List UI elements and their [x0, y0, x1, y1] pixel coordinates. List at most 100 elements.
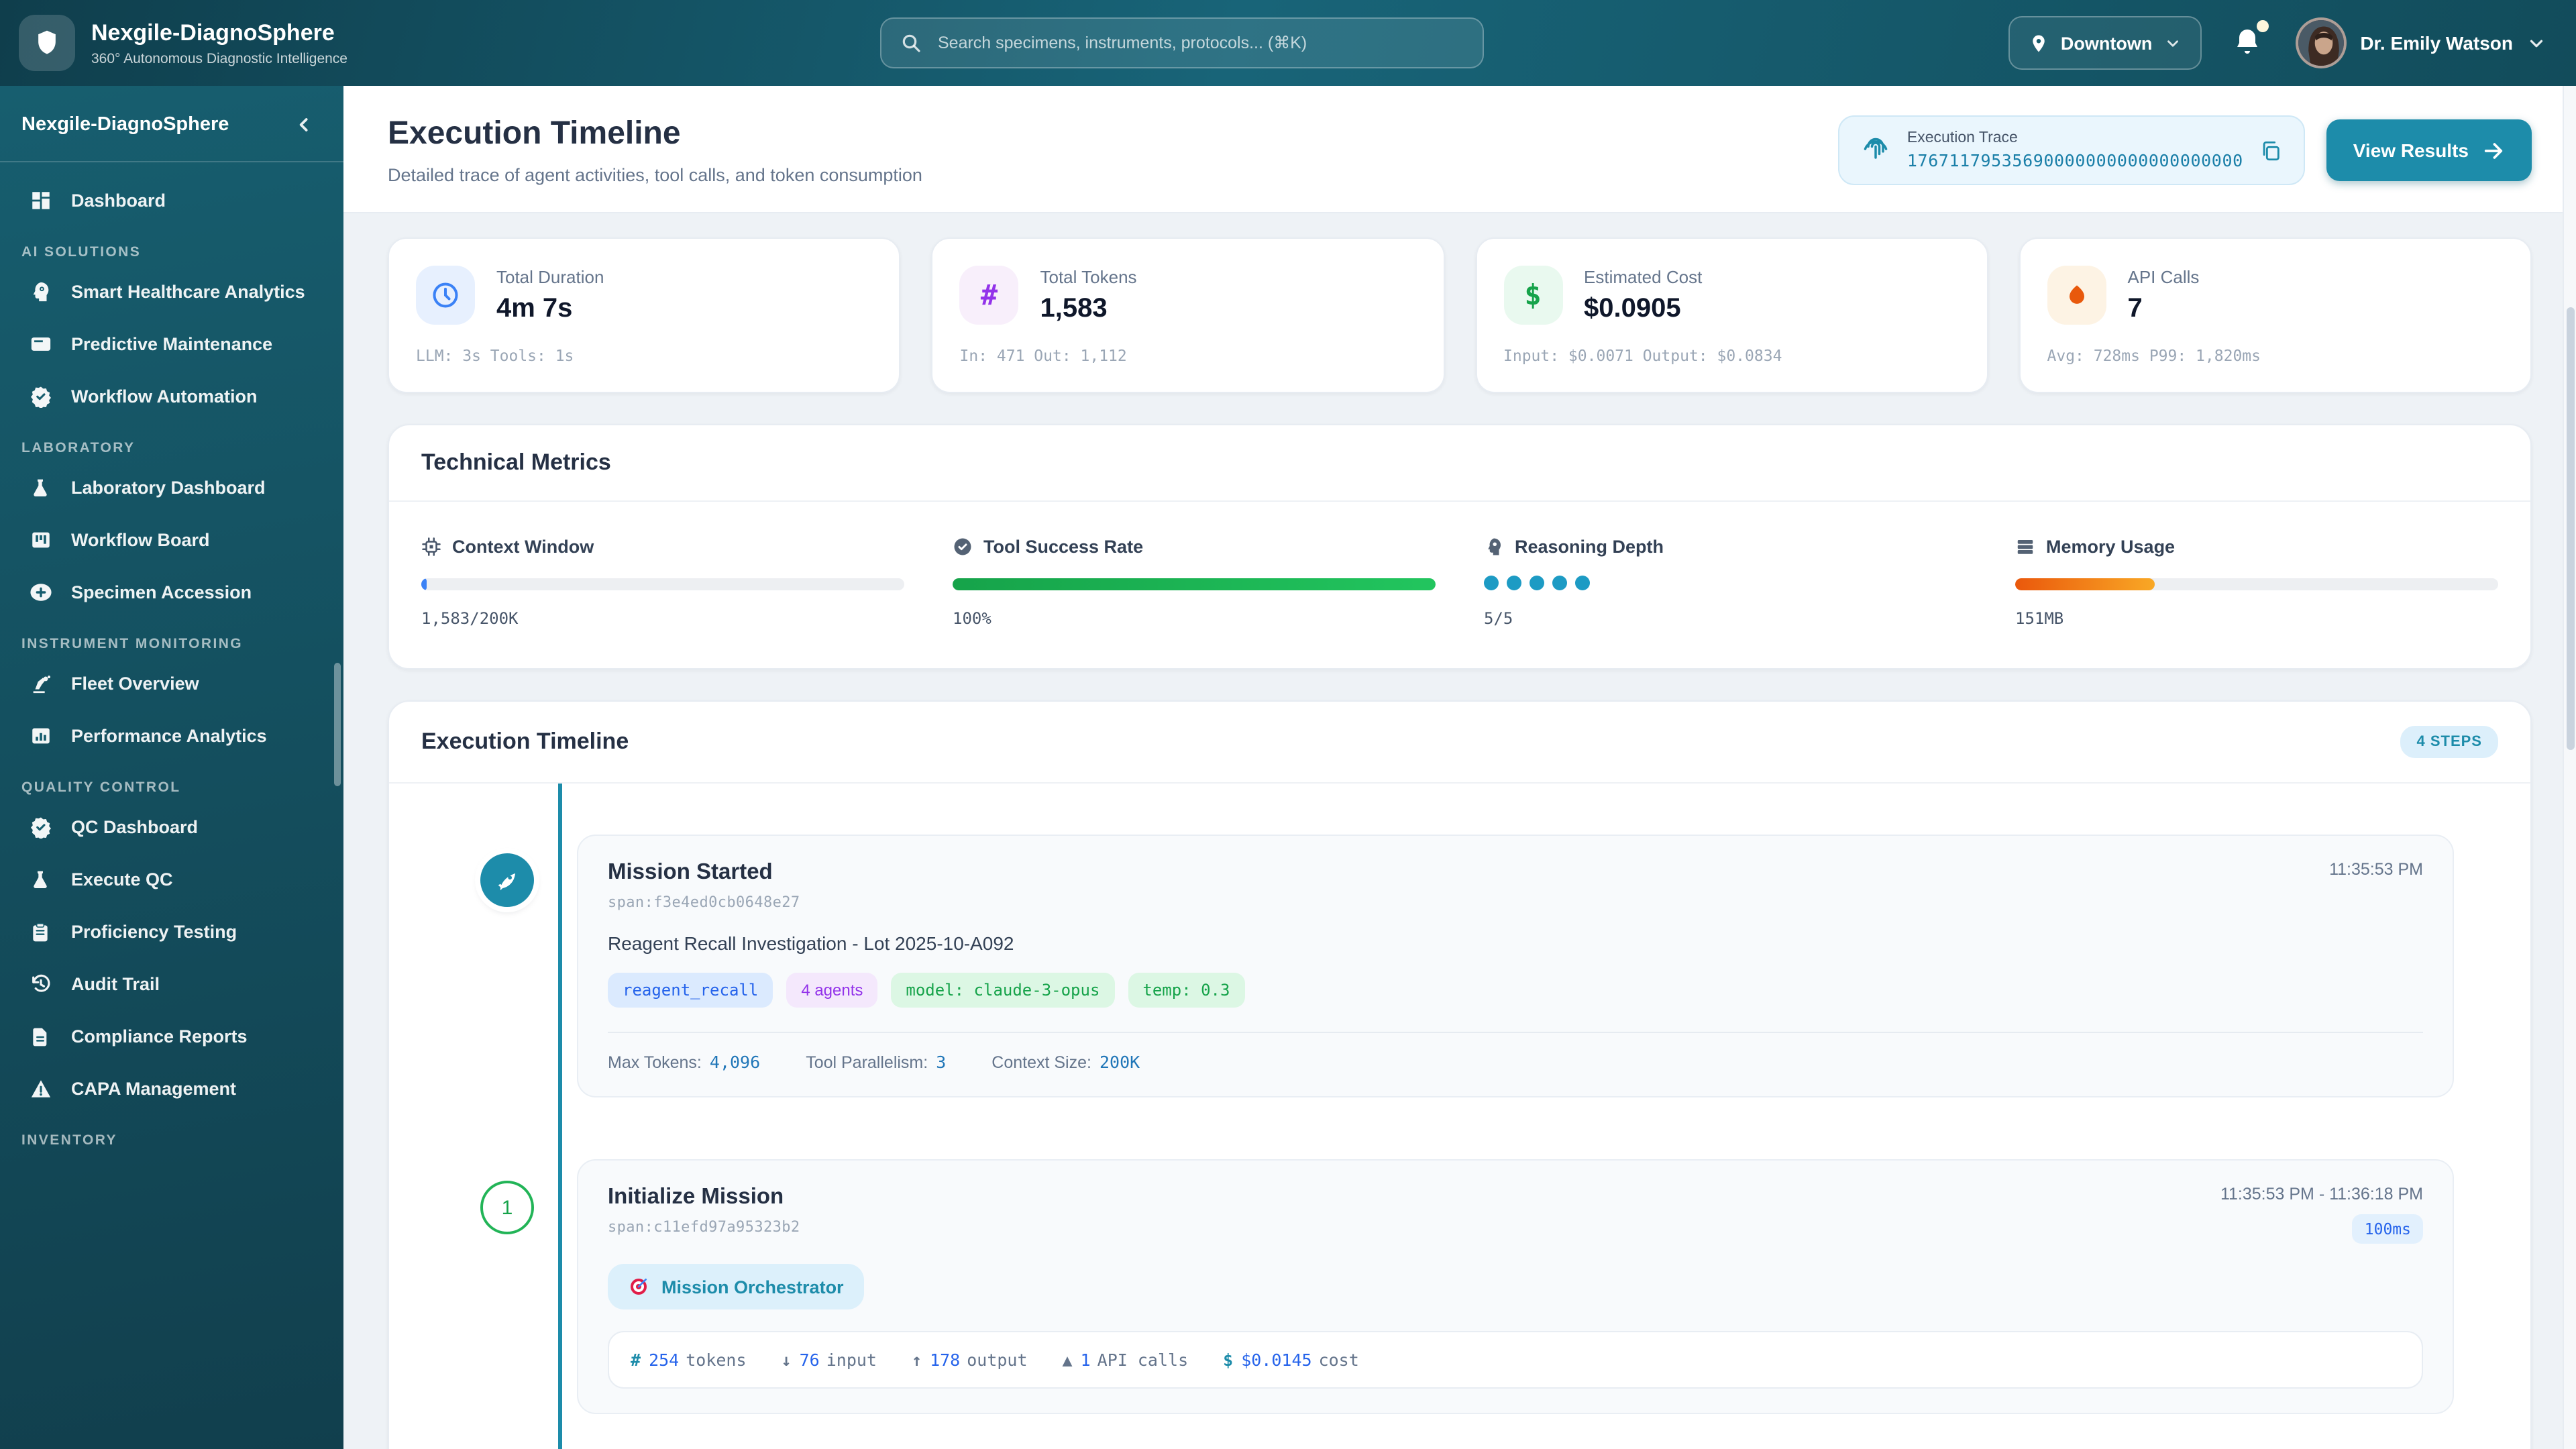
tag-temperature: temp: 0.3: [1128, 973, 1245, 1008]
search-icon: [900, 32, 922, 54]
activity-blob-icon: [2047, 266, 2106, 325]
initialize-mission-card: Initialize Mission span:c11efd97a95323b2…: [577, 1159, 2454, 1414]
clock-icon: [416, 266, 475, 325]
copy-trace-button[interactable]: [2259, 139, 2282, 162]
sidebar-item-predictive-maintenance[interactable]: Predictive Maintenance: [13, 319, 330, 369]
warning-triangle-icon: [27, 1075, 54, 1102]
rocket-node-icon: [480, 853, 534, 907]
dollar-icon: $: [1223, 1350, 1234, 1370]
stat-label: Total Duration: [496, 266, 604, 286]
document-icon: [27, 1023, 54, 1050]
sidebar-item-label: Audit Trail: [71, 974, 160, 994]
top-header: Nexgile-DiagnoSphere 360° Autonomous Dia…: [0, 0, 2576, 86]
metric-label: Reasoning Depth: [1515, 537, 1664, 557]
sidebar-item-qc-dashboard[interactable]: QC Dashboard: [13, 802, 330, 852]
agent-pill-mission-orchestrator[interactable]: Mission Orchestrator: [608, 1264, 864, 1309]
sidebar: Nexgile-DiagnoSphere Dashboard AI SOLUTI…: [0, 86, 343, 1449]
metric-label: Tool Success Rate: [983, 537, 1144, 557]
sidebar-item-label: QC Dashboard: [71, 817, 199, 837]
stat-label: API Calls: [2127, 266, 2200, 286]
notification-dot: [2257, 20, 2269, 32]
kanban-icon: [27, 527, 54, 553]
tag-agents: 4 agents: [786, 973, 878, 1008]
step-time-range: 11:35:53 PM - 11:36:18 PM 100ms: [2220, 1185, 2423, 1244]
sidebar-item-proficiency-testing[interactable]: Proficiency Testing: [13, 907, 330, 957]
step-span-id: span:f3e4ed0cb0648e27: [608, 894, 800, 911]
timeline-step-mission-started: Mission Started span:f3e4ed0cb0648e27 11…: [480, 835, 2454, 1097]
hash-icon: #: [631, 1350, 641, 1370]
sidebar-item-smart-healthcare-analytics[interactable]: Smart Healthcare Analytics: [13, 267, 330, 317]
sidebar-item-label: Compliance Reports: [71, 1026, 248, 1046]
stat-detail: LLM: 3s Tools: 1s: [416, 346, 574, 365]
duration-badge: 100ms: [2352, 1214, 2423, 1244]
sidebar-item-capa-management[interactable]: CAPA Management: [13, 1064, 330, 1114]
history-clock-icon: [27, 971, 54, 998]
output-stat: ↑ 178 output: [912, 1350, 1028, 1370]
stat-label: Total Tokens: [1040, 266, 1137, 286]
plus-circle-icon: [27, 579, 54, 606]
view-results-button[interactable]: View Results: [2326, 119, 2532, 181]
app-root: Nexgile-DiagnoSphere 360° Autonomous Dia…: [0, 0, 2576, 1449]
dollar-icon: $: [1503, 266, 1562, 325]
flask-icon: [27, 866, 54, 893]
brand: Nexgile-DiagnoSphere 360° Autonomous Dia…: [0, 15, 631, 71]
dashboard-grid-icon: [27, 187, 54, 214]
page-subtitle: Detailed trace of agent activities, tool…: [388, 165, 922, 185]
sidebar-item-dashboard[interactable]: Dashboard: [13, 176, 330, 225]
stat-label: Estimated Cost: [1584, 266, 1703, 286]
brain-head-icon: [27, 278, 54, 305]
sidebar-item-fleet-overview[interactable]: Fleet Overview: [13, 659, 330, 708]
stat-value: 7: [2127, 293, 2143, 323]
app-logo: [19, 15, 75, 71]
sidebar-scrollbar-thumb[interactable]: [334, 663, 341, 786]
search-input[interactable]: [935, 32, 1464, 54]
page-scrollbar[interactable]: [2563, 86, 2576, 1449]
step-number-node: 1: [480, 1181, 534, 1234]
metric-label: Memory Usage: [2046, 537, 2176, 557]
user-chevron-down-icon: [2526, 33, 2546, 53]
view-results-label: View Results: [2353, 140, 2469, 161]
page-header: Execution Timeline Detailed trace of age…: [343, 86, 2576, 213]
tool-success-bar: [953, 578, 1436, 590]
hash-icon: #: [959, 266, 1019, 325]
timeline-step-initialize-mission: 1 Initialize Mission span:c11efd97a95323…: [480, 1159, 2454, 1414]
sidebar-item-workflow-automation[interactable]: Workflow Automation: [13, 372, 330, 421]
sidebar-item-execute-qc[interactable]: Execute QC: [13, 855, 330, 904]
sidebar-item-label: Workflow Automation: [71, 386, 258, 407]
sidebar-item-laboratory-dashboard[interactable]: Laboratory Dashboard: [13, 463, 330, 513]
sidebar-item-label: CAPA Management: [71, 1079, 237, 1099]
user-menu[interactable]: Dr. Emily Watson: [2296, 17, 2546, 68]
sidebar-item-label: Workflow Board: [71, 530, 210, 550]
sidebar-item-specimen-accession[interactable]: Specimen Accession: [13, 568, 330, 617]
api-calls-stat: ▲ 1 API calls: [1062, 1350, 1189, 1370]
metric-memory-usage: Memory Usage 151MB: [2015, 537, 2498, 628]
sidebar-item-compliance-reports[interactable]: Compliance Reports: [13, 1012, 330, 1061]
page-scrollbar-thumb[interactable]: [2566, 307, 2574, 750]
chevron-left-icon: [294, 114, 315, 136]
sidebar-title: Nexgile-DiagnoSphere: [21, 114, 229, 136]
check-circle-icon: [953, 537, 973, 557]
sidebar-nav: Dashboard AI SOLUTIONS Smart Healthcare …: [0, 162, 343, 1148]
metric-value: 5/5: [1484, 609, 1513, 628]
input-stat: ↓ 76 input: [781, 1350, 877, 1370]
metric-tool-success-rate: Tool Success Rate 100%: [953, 537, 1436, 628]
page-title: Execution Timeline: [388, 115, 681, 152]
arrow-right-icon: [2482, 139, 2505, 162]
metric-reasoning-depth: Reasoning Depth 5/5: [1484, 537, 1967, 628]
metric-value: 1,583/200K: [421, 609, 519, 628]
stat-detail: Input: $0.0071 Output: $0.0834: [1503, 346, 1782, 365]
target-icon: [628, 1276, 649, 1297]
sidebar-item-label: Performance Analytics: [71, 726, 267, 746]
sidebar-collapse-button[interactable]: [287, 107, 322, 142]
sidebar-item-workflow-board[interactable]: Workflow Board: [13, 515, 330, 565]
main-content: Execution Timeline Detailed trace of age…: [343, 86, 2576, 1449]
shield-icon: [32, 28, 62, 58]
notifications-button[interactable]: [2231, 20, 2269, 60]
agent-name: Mission Orchestrator: [661, 1277, 844, 1297]
sidebar-item-performance-analytics[interactable]: Performance Analytics: [13, 711, 330, 761]
global-search[interactable]: [880, 17, 1484, 68]
timeline-body: Mission Started span:f3e4ed0cb0648e27 11…: [389, 784, 2530, 1449]
trace-id: 17671179535690000000000000000000: [1907, 150, 2243, 170]
sidebar-item-audit-trail[interactable]: Audit Trail: [13, 959, 330, 1009]
location-selector[interactable]: Downtown: [2008, 16, 2202, 70]
